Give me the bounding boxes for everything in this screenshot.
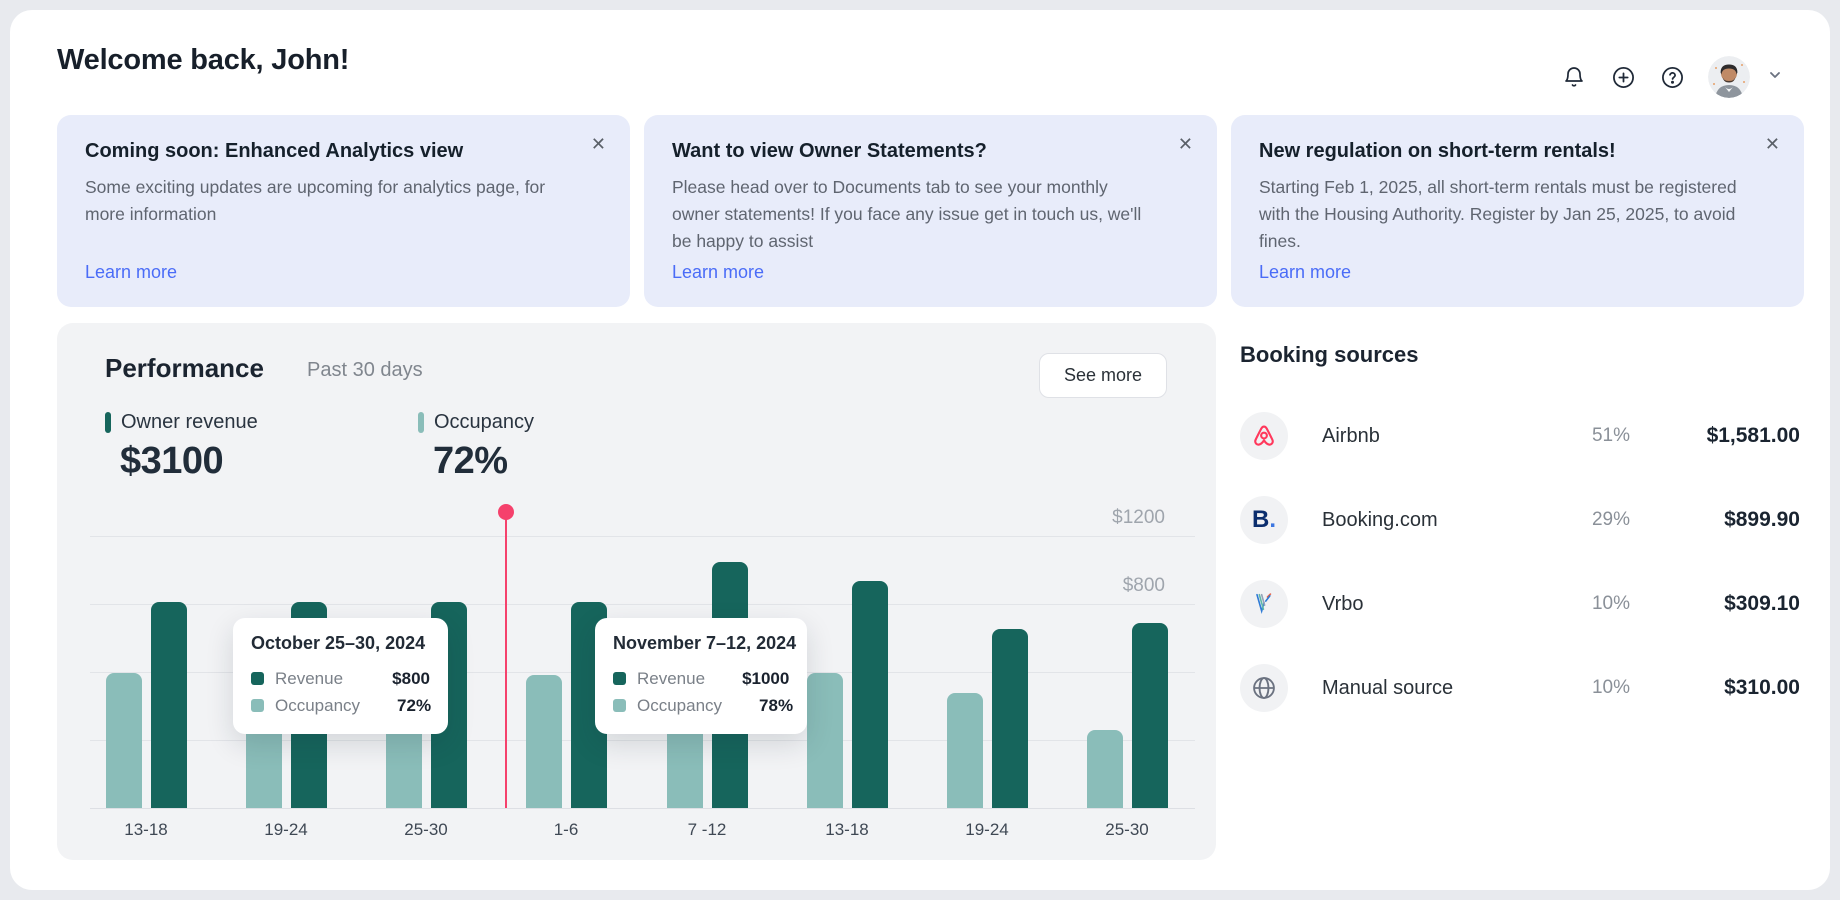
x-axis-label: 19-24	[241, 820, 331, 840]
revenue-bar[interactable]	[992, 629, 1028, 808]
notice-card-analytics: Coming soon: Enhanced Analytics view Som…	[57, 115, 630, 307]
notice-card-regulation: New regulation on short-term rentals! St…	[1231, 115, 1804, 307]
x-axis-label: 25-30	[1082, 820, 1172, 840]
card-body: Please head over to Documents tab to see…	[672, 174, 1150, 255]
occupancy-bar[interactable]	[106, 673, 142, 808]
revenue-bar[interactable]	[1132, 623, 1168, 808]
learn-more-link[interactable]: Learn more	[672, 262, 764, 283]
tooltip-date: October 25–30, 2024	[251, 633, 430, 654]
card-body: Starting Feb 1, 2025, all short-term ren…	[1259, 174, 1737, 255]
chart-tooltip-october: October 25–30, 2024 Revenue $800 Occupan…	[233, 618, 448, 734]
learn-more-link[interactable]: Learn more	[1259, 262, 1351, 283]
chevron-down-icon[interactable]	[1767, 67, 1783, 88]
occupancy-swatch	[613, 699, 626, 712]
tooltip-label: Occupancy	[275, 696, 386, 716]
add-button[interactable]	[1610, 64, 1636, 90]
source-name: Manual source	[1322, 677, 1550, 700]
x-axis-label: 19-24	[942, 820, 1032, 840]
help-icon	[1660, 65, 1685, 90]
card-body: Some exciting updates are upcoming for a…	[85, 174, 563, 228]
bar-group[interactable]	[807, 581, 888, 808]
app-surface: Welcome back, John!	[10, 10, 1830, 890]
plus-circle-icon	[1611, 65, 1636, 90]
close-icon[interactable]: ✕	[1174, 131, 1197, 157]
occupancy-swatch	[251, 699, 264, 712]
revenue-swatch	[613, 672, 626, 685]
x-axis-label: 13-18	[101, 820, 191, 840]
source-percent: 10%	[1550, 677, 1630, 699]
tooltip-date: November 7–12, 2024	[613, 633, 789, 654]
revenue-swatch	[251, 672, 264, 685]
source-amount: $899.90	[1630, 508, 1800, 532]
notice-card-owner-statements: Want to view Owner Statements? Please he…	[644, 115, 1217, 307]
revenue-bar[interactable]	[151, 602, 187, 808]
globe-icon	[1240, 664, 1288, 712]
source-amount: $1,581.00	[1630, 424, 1800, 448]
source-name: Vrbo	[1322, 593, 1550, 616]
help-button[interactable]	[1659, 64, 1685, 90]
notice-cards: Coming soon: Enhanced Analytics view Som…	[57, 115, 1804, 307]
card-title: Coming soon: Enhanced Analytics view	[85, 140, 602, 163]
source-amount: $309.10	[1630, 592, 1800, 616]
booking-row-airbnb[interactable]: Airbnb 51% $1,581.00	[1240, 412, 1800, 460]
tooltip-value: 72%	[397, 696, 431, 716]
tooltip-value: $800	[392, 669, 430, 689]
source-percent: 10%	[1550, 593, 1630, 615]
revenue-bar[interactable]	[852, 581, 888, 808]
vrbo-icon	[1240, 580, 1288, 628]
source-name: Airbnb	[1322, 425, 1550, 448]
x-axis-label: 25-30	[381, 820, 471, 840]
close-icon[interactable]: ✕	[587, 131, 610, 157]
occupancy-bar[interactable]	[1087, 730, 1123, 808]
tooltip-label: Revenue	[637, 669, 731, 689]
tooltip-value: $1000	[742, 669, 789, 689]
booking-row-manual[interactable]: Manual source 10% $310.00	[1240, 664, 1800, 712]
airbnb-icon	[1240, 412, 1288, 460]
occupancy-bar[interactable]	[807, 673, 843, 808]
performance-panel: Performance Past 30 days See more Owner …	[57, 323, 1216, 860]
card-title: New regulation on short-term rentals!	[1259, 140, 1776, 163]
x-axis-label: 1-6	[521, 820, 611, 840]
bar-chart-plot: 13-18 19-24 25-30 1-6 7 -12 13-18 19-24 25-30	[57, 323, 1216, 860]
dashboard: Welcome back, John!	[0, 0, 1840, 900]
booking-row-booking-com[interactable]: B. Booking.com 29% $899.90	[1240, 496, 1800, 544]
learn-more-link[interactable]: Learn more	[85, 262, 177, 283]
card-title: Want to view Owner Statements?	[672, 140, 1189, 163]
avatar[interactable]	[1708, 56, 1750, 98]
tooltip-value: 78%	[759, 696, 793, 716]
month-marker-line	[505, 519, 507, 808]
bar-group[interactable]	[1087, 623, 1168, 808]
booking-row-vrbo[interactable]: Vrbo 10% $309.10	[1240, 580, 1800, 628]
page-title: Welcome back, John!	[57, 44, 349, 77]
close-icon[interactable]: ✕	[1761, 131, 1784, 157]
source-percent: 29%	[1550, 509, 1630, 531]
tooltip-label: Revenue	[275, 669, 381, 689]
source-percent: 51%	[1550, 425, 1630, 447]
booking-sources-title: Booking sources	[1240, 342, 1800, 368]
source-amount: $310.00	[1630, 676, 1800, 700]
tooltip-label: Occupancy	[637, 696, 748, 716]
x-axis-label: 7 -12	[662, 820, 752, 840]
bell-icon	[1562, 65, 1586, 89]
notifications-button[interactable]	[1561, 64, 1587, 90]
header-actions	[1561, 56, 1783, 98]
bar-group[interactable]	[947, 629, 1028, 808]
booking-sources-panel: Booking sources Airbnb 51% $1,581.00	[1240, 342, 1800, 748]
month-marker-dot[interactable]	[498, 504, 514, 520]
occupancy-bar[interactable]	[947, 693, 983, 808]
booking-com-icon: B.	[1240, 496, 1288, 544]
bar-group[interactable]	[106, 602, 187, 808]
occupancy-bar[interactable]	[526, 675, 562, 808]
source-name: Booking.com	[1322, 509, 1550, 532]
x-axis-label: 13-18	[802, 820, 892, 840]
chart-tooltip-november: November 7–12, 2024 Revenue $1000 Occupa…	[595, 618, 807, 734]
